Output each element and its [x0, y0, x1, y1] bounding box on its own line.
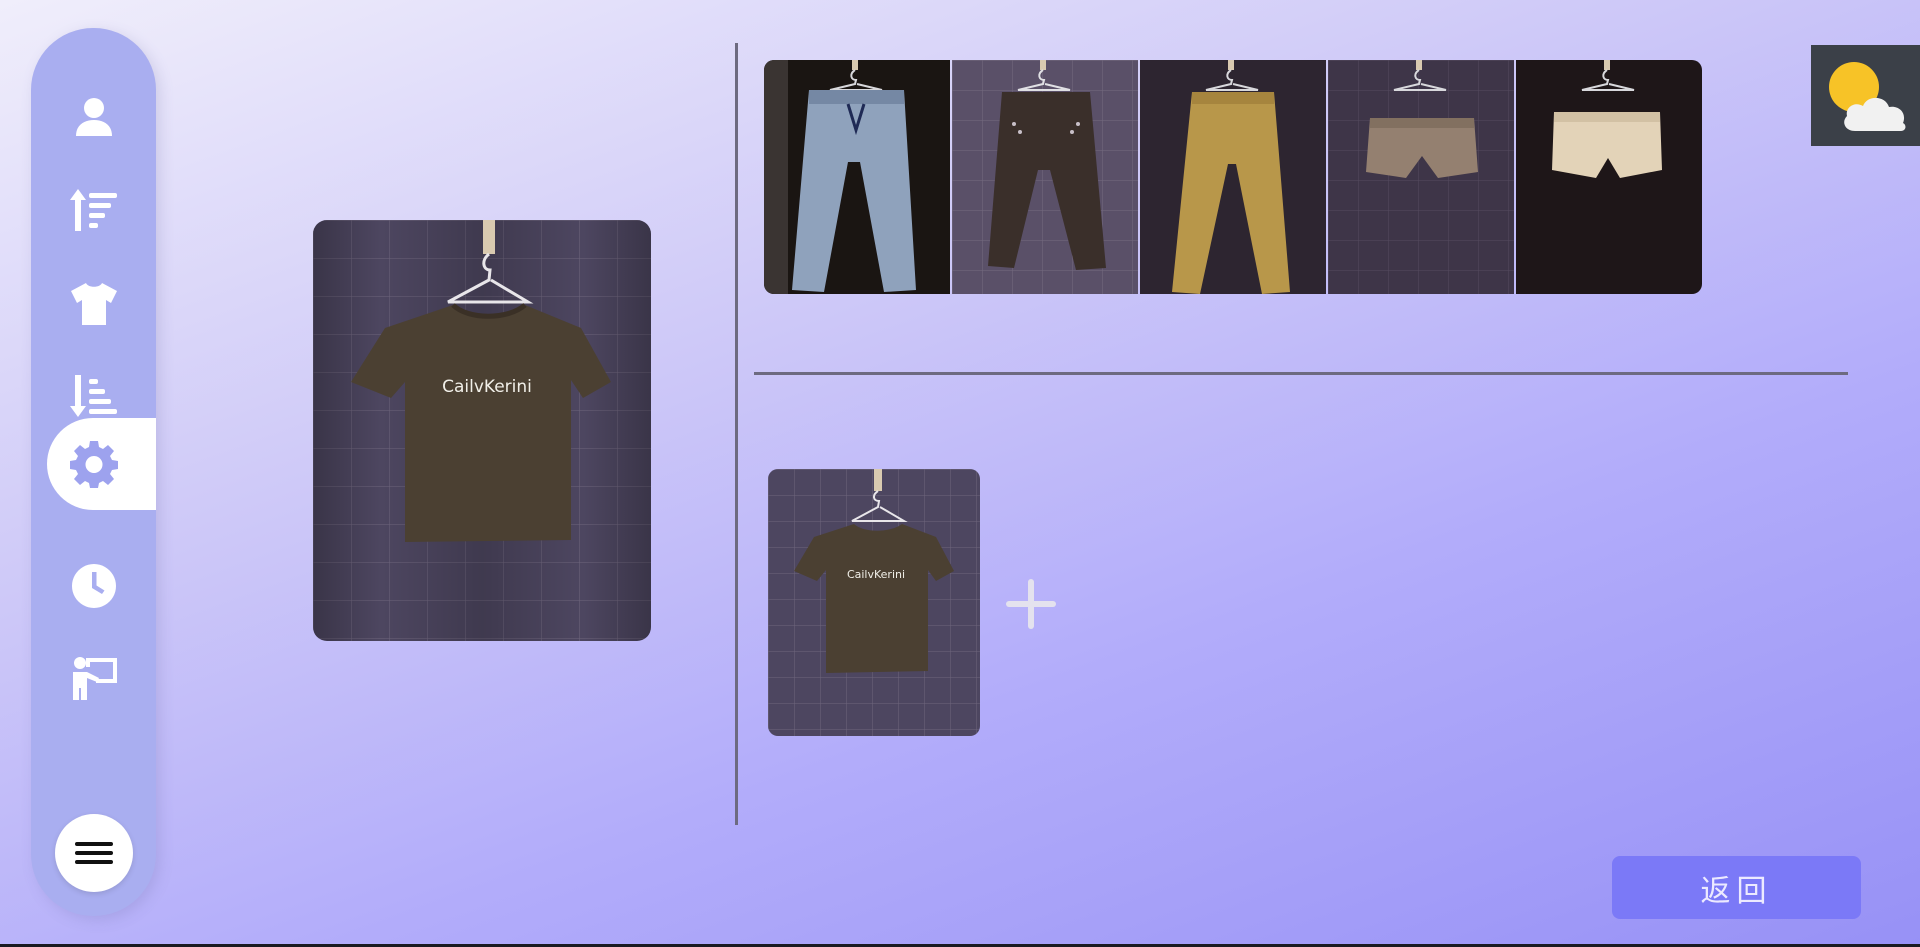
gear-icon: [69, 441, 118, 488]
sidebar: [31, 28, 156, 916]
outfit-tshirt-print-text: CailvKerini: [847, 568, 905, 581]
menu-icon: [75, 842, 113, 864]
sidebar-item-settings[interactable]: [47, 418, 156, 510]
bottoms-thumbnail[interactable]: [1140, 60, 1326, 294]
presenter-icon: [72, 657, 117, 700]
horizontal-divider: [754, 372, 1848, 375]
sidebar-item-wardrobe[interactable]: [31, 258, 156, 350]
user-icon: [75, 98, 112, 136]
sidebar-item-profile[interactable]: [31, 72, 156, 164]
tshirt-print-text: CailvKerini: [442, 377, 532, 397]
weather-widget: [1811, 45, 1920, 146]
bottoms-thumbnail[interactable]: [952, 60, 1138, 294]
bottoms-thumbnail[interactable]: [764, 60, 950, 294]
add-outfit-item-button[interactable]: [1000, 573, 1062, 635]
clock-icon: [71, 564, 116, 608]
sidebar-item-presentation[interactable]: [31, 632, 156, 724]
bottoms-thumbnail[interactable]: [1328, 60, 1514, 294]
sort-ascending-icon: [69, 189, 117, 231]
outfit-item-photo[interactable]: CailvKerini: [768, 469, 980, 736]
vertical-divider: [735, 43, 738, 825]
plus-icon: [1006, 579, 1056, 629]
bottoms-thumbnail[interactable]: [1516, 60, 1702, 294]
tshirt-icon: [70, 283, 117, 325]
bottoms-gallery: [764, 60, 1702, 294]
back-button[interactable]: 返回: [1612, 856, 1861, 919]
selected-item-photo: CailvKerini: [313, 220, 651, 641]
sort-descending-icon: [69, 375, 117, 417]
sidebar-item-history[interactable]: [31, 540, 156, 632]
menu-button[interactable]: [55, 814, 133, 892]
sidebar-item-sort-ascending[interactable]: [31, 164, 156, 256]
partly-cloudy-icon: [1829, 62, 1906, 131]
